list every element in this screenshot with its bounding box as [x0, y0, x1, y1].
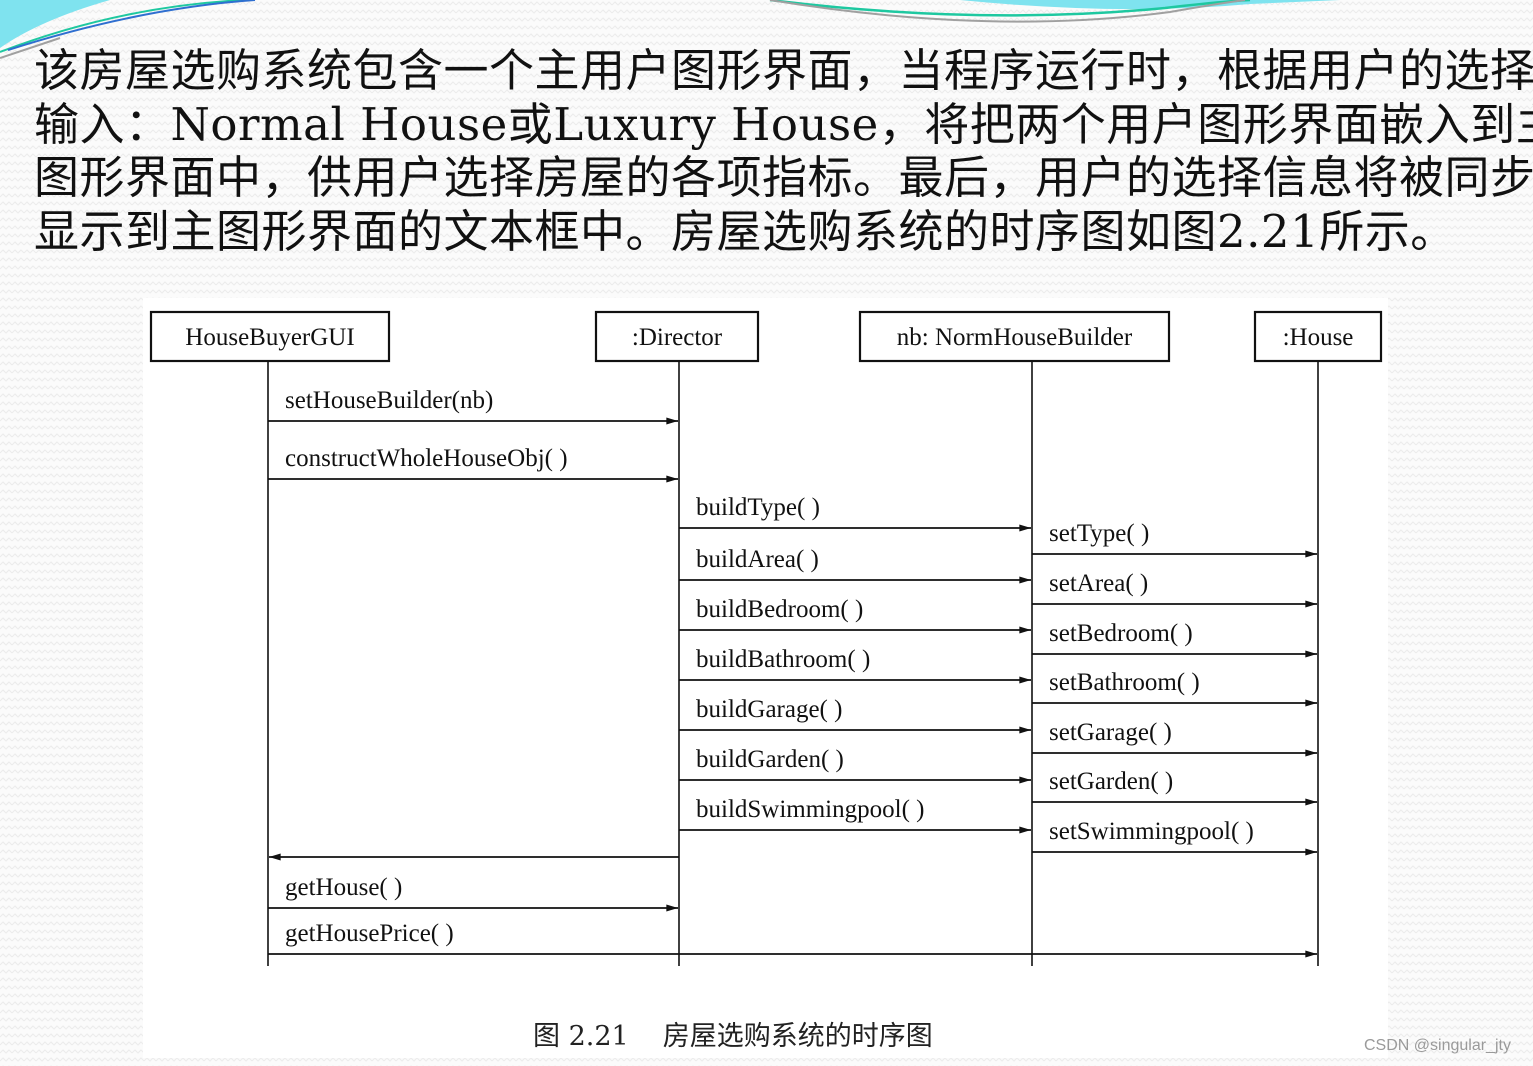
message-label: setHouseBuilder(nb)	[285, 387, 493, 414]
message-label: setArea( )	[1049, 570, 1148, 597]
message-label: constructWholeHouseObj( )	[285, 445, 568, 472]
message-label: buildGarage( )	[696, 696, 842, 723]
message-label: buildBathroom( )	[696, 646, 870, 673]
paragraph-line: 图形界面中，供用户选择房屋的各项指标。最后，用户的选择信息将被同步	[34, 151, 1533, 204]
message-label: buildType( )	[696, 494, 820, 521]
message-label: buildBedroom( )	[696, 596, 863, 623]
cyan-swoosh-right	[960, 0, 1340, 10]
sequence-diagram: HouseBuyerGUI :Director nb: NormHouseBuild…	[149, 310, 1383, 966]
message-label: setSwimmingpool( )	[1049, 818, 1254, 845]
figure-number: 图 2.21	[533, 1021, 629, 1052]
message-label: buildSwimmingpool( )	[696, 796, 924, 823]
message-label: setType( )	[1049, 520, 1149, 547]
paragraph-line: 该房屋选购系统包含一个主用户图形界面，当程序运行时，根据用户的选择	[34, 44, 1533, 97]
paragraph-line: 输入：Normal House或Luxury House，将把两个用户图形界面嵌…	[34, 97, 1533, 151]
description-paragraph: 该房屋选购系统包含一个主用户图形界面，当程序运行时，根据用户的选择 输入：Nor…	[34, 44, 1533, 258]
lifeline-label-gui: HouseBuyerGUI	[185, 324, 354, 351]
lifeline-label-director: :Director	[632, 324, 723, 351]
message-label: setGarden( )	[1049, 768, 1173, 795]
message-label: setBedroom( )	[1049, 620, 1193, 647]
message-label: getHousePrice( )	[285, 920, 454, 947]
lifeline-label-builder: nb: NormHouseBuilder	[897, 324, 1133, 351]
figure-title: 房屋选购系统的时序图	[662, 1021, 933, 1052]
cyan-swoosh-left	[0, 0, 110, 48]
message-label: getHouse( )	[285, 874, 402, 901]
paragraph-line: 显示到主图形界面的文本框中。房屋选购系统的时序图如图2.21所示。	[34, 204, 1456, 258]
csdn-watermark: CSDN @singular_jty	[1364, 1037, 1511, 1054]
message-label: buildGarden( )	[696, 746, 844, 773]
message-label: setGarage( )	[1049, 719, 1172, 746]
message-label: setBathroom( )	[1049, 669, 1200, 696]
message-label: buildArea( )	[696, 546, 819, 573]
lifeline-label-house: :House	[1283, 324, 1354, 351]
sequence-diagram-figure: HouseBuyerGUI :Director nb: NormHouseBuild…	[143, 298, 1388, 1058]
figure-caption: 图 2.21 房屋选购系统的时序图	[533, 1014, 933, 1053]
